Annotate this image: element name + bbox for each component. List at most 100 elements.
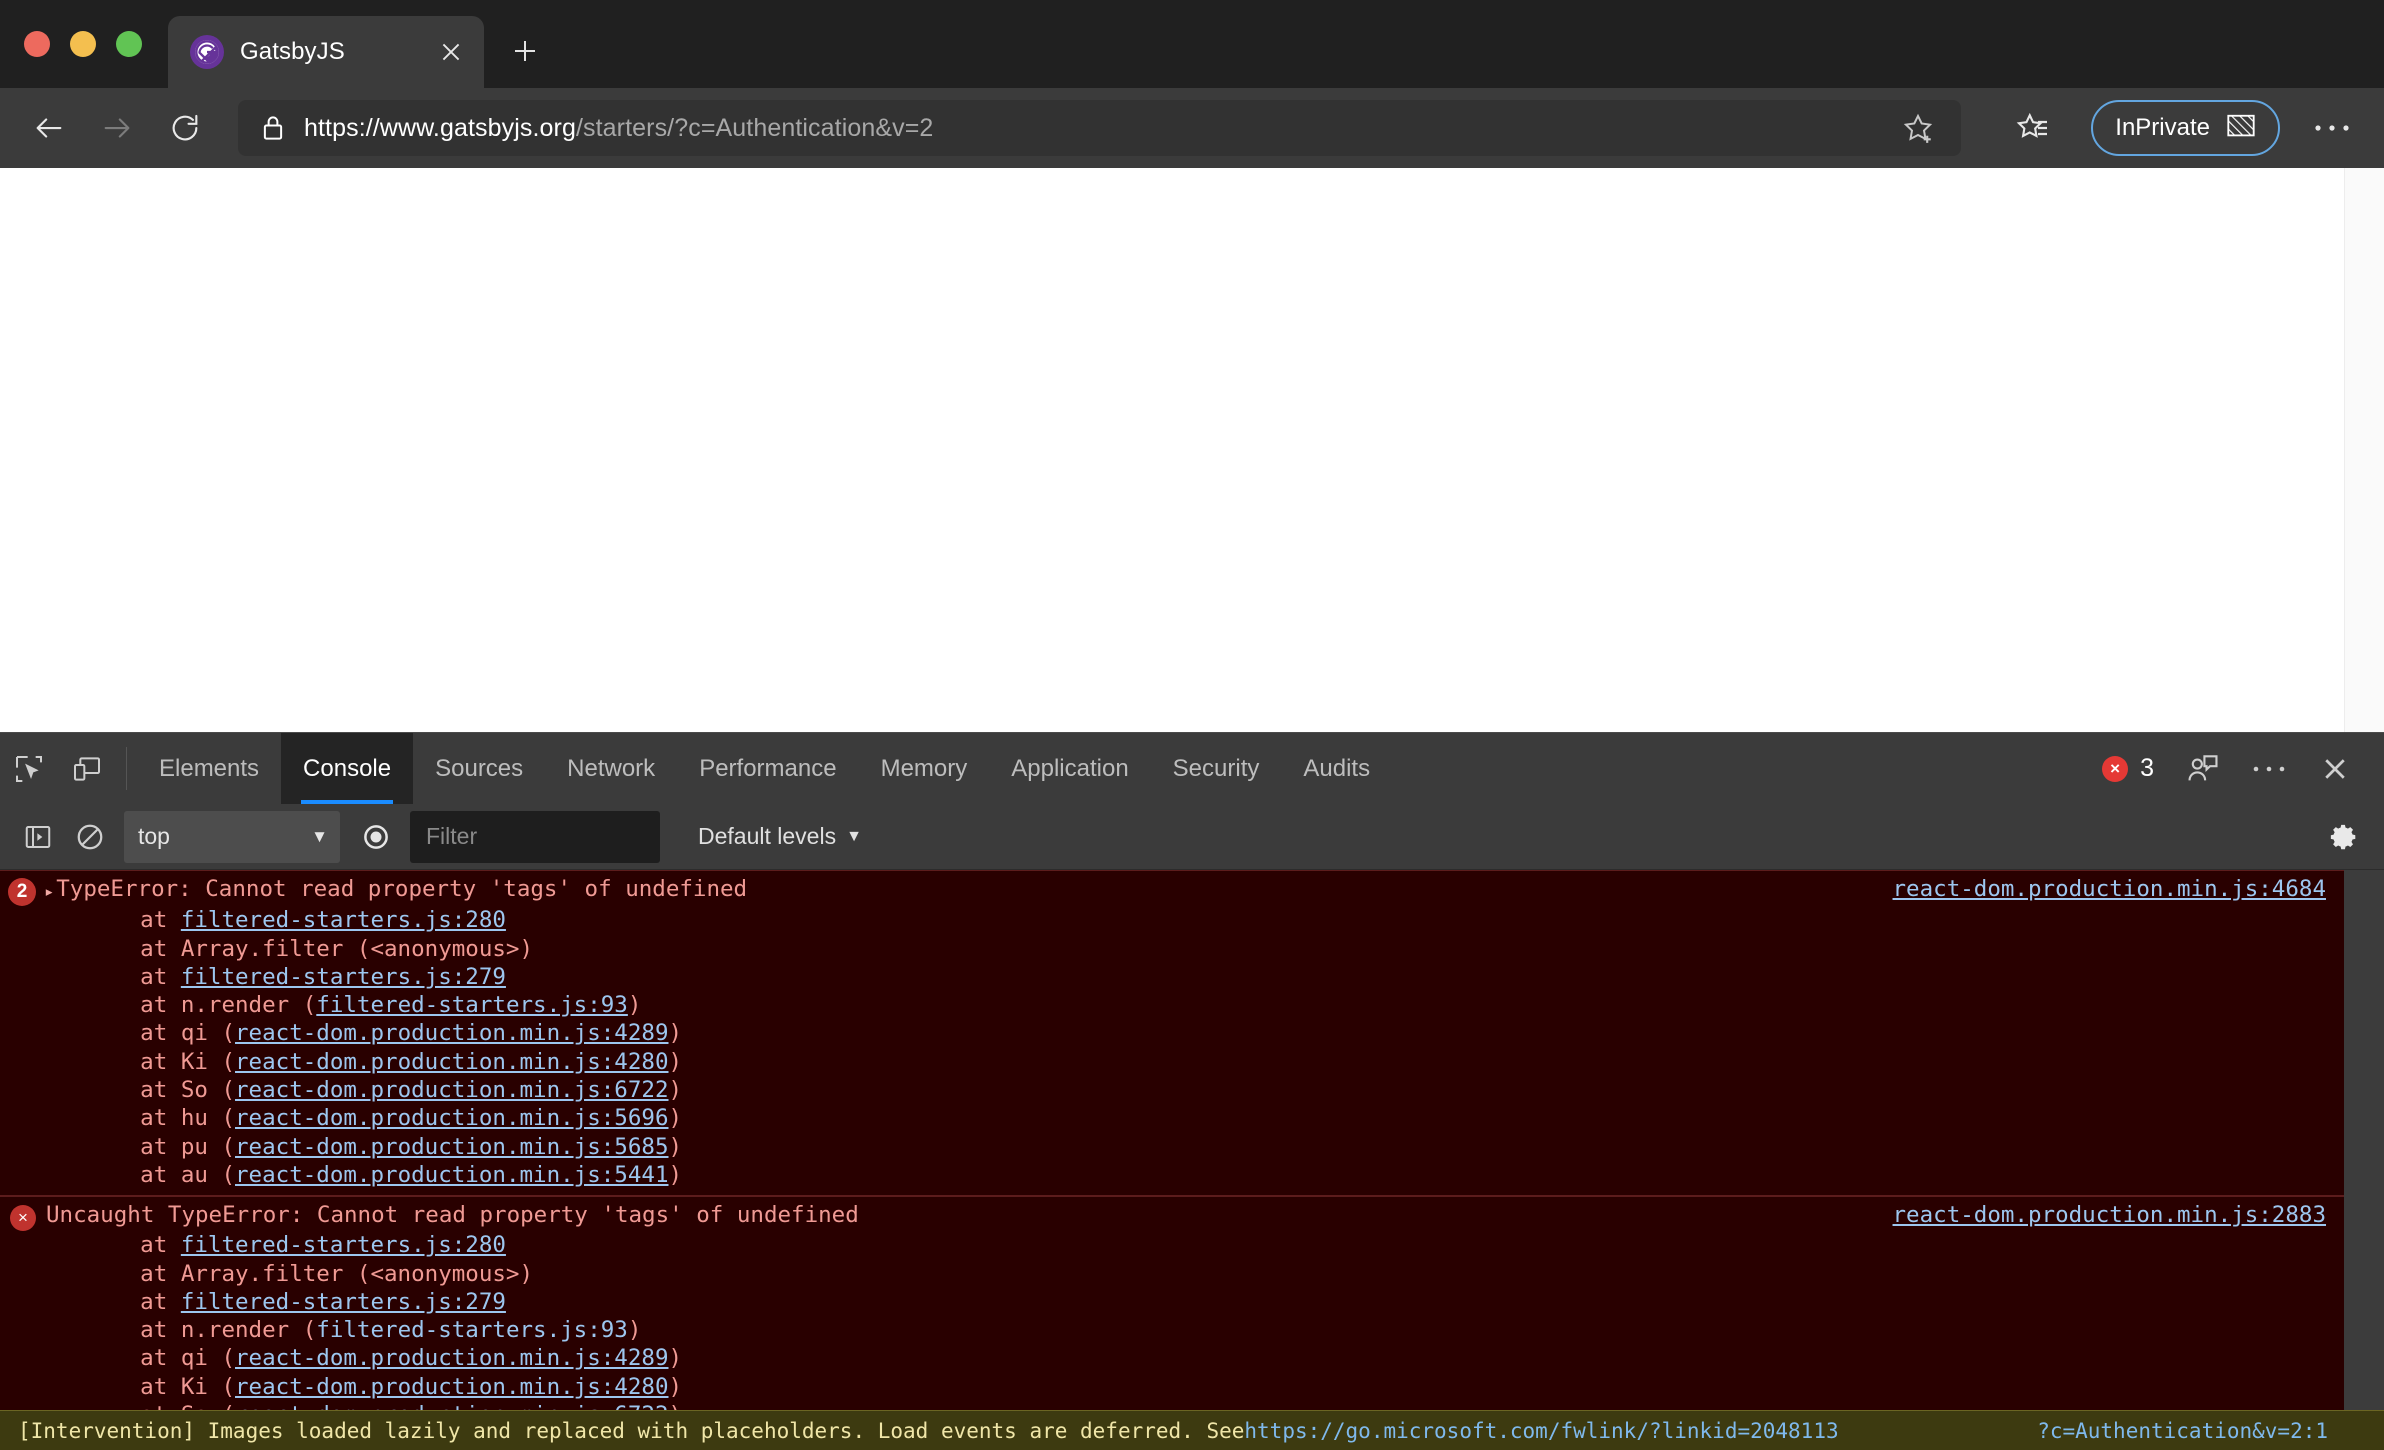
close-icon[interactable]	[432, 33, 470, 71]
error-count-label: 3	[2140, 754, 2154, 782]
browser-tab-gatsbyjs[interactable]: GatsbyJS	[168, 16, 484, 88]
error-count-badge[interactable]: × 3	[2088, 754, 2168, 783]
feedback-icon[interactable]	[2172, 738, 2234, 800]
page-content-blank	[0, 168, 2344, 732]
devtools-more-options-button[interactable]	[2238, 738, 2300, 800]
console-intervention-message[interactable]: [Intervention] Images loaded lazily and …	[0, 1410, 2384, 1450]
console-message-header: 2 ▸ TypeError: Cannot read property 'tag…	[0, 875, 2344, 906]
stack-prefix: at Array.filter (<anonymous>)	[86, 935, 534, 962]
new-tab-button[interactable]	[494, 20, 556, 82]
tab-label: Memory	[880, 754, 968, 782]
stack-prefix: at au (	[86, 1161, 236, 1188]
inprivate-indicator[interactable]: InPrivate	[2091, 100, 2280, 156]
add-favorite-icon[interactable]	[1889, 99, 1947, 157]
intervention-text: [Intervention] Images loaded lazily and …	[18, 1419, 1245, 1443]
clear-console-icon[interactable]	[64, 811, 116, 863]
tab-memory[interactable]: Memory	[859, 733, 990, 804]
tab-audits[interactable]: Audits	[1281, 733, 1392, 804]
stack-trace: at filtered-starters.js:280 at Array.fil…	[0, 906, 2344, 1189]
stack-link[interactable]: react-dom.production.min.js:4289	[235, 1020, 668, 1046]
execution-context-value: top	[138, 823, 170, 849]
stack-suffix: )	[668, 1020, 683, 1047]
stack-link[interactable]: filtered-starters.js:93	[316, 992, 628, 1018]
page-scrollbar[interactable]	[2344, 168, 2384, 732]
stack-suffix: )	[668, 1133, 683, 1160]
tab-security[interactable]: Security	[1151, 733, 1282, 804]
log-levels-label: Default levels	[698, 823, 837, 849]
url-text: https://www.gatsbyjs.org/starters/?c=Aut…	[304, 114, 1871, 143]
tab-label: Performance	[699, 754, 837, 782]
stack-prefix: at qi (	[86, 1345, 236, 1372]
close-window-button[interactable]	[24, 31, 50, 57]
error-source-link[interactable]: react-dom.production.min.js:4684	[1873, 875, 2326, 903]
console-filter-bar: top ▼ Filter Default levels ▼	[0, 804, 2384, 870]
favorites-list-icon[interactable]	[2003, 99, 2061, 157]
stack-prefix: at	[86, 1232, 181, 1259]
maximize-window-button[interactable]	[116, 31, 142, 57]
tab-network[interactable]: Network	[545, 733, 677, 804]
minimize-window-button[interactable]	[70, 31, 96, 57]
tab-performance[interactable]: Performance	[677, 733, 858, 804]
tab-strip: GatsbyJS	[168, 0, 556, 88]
log-levels-select[interactable]: Default levels ▼	[698, 823, 862, 850]
console-sidebar-toggle-icon[interactable]	[12, 811, 64, 863]
stack-prefix: at pu (	[86, 1133, 236, 1160]
browser-settings-menu-button[interactable]	[2302, 98, 2362, 158]
lock-icon	[260, 113, 286, 143]
stack-suffix: )	[627, 1317, 642, 1344]
window-controls	[0, 0, 168, 88]
console-message-list[interactable]: 2 ▸ TypeError: Cannot read property 'tag…	[0, 870, 2384, 1450]
expand-triangle-icon[interactable]: ▸	[44, 878, 54, 906]
stack-suffix: )	[668, 1161, 683, 1188]
execution-context-select[interactable]: top ▼	[124, 810, 340, 863]
stack-suffix: )	[668, 1373, 683, 1400]
forward-button[interactable]	[86, 97, 148, 159]
tab-console[interactable]: Console	[281, 733, 414, 804]
device-toolbar-icon[interactable]	[58, 733, 116, 804]
title-bar: GatsbyJS	[0, 0, 2384, 88]
stack-suffix: )	[668, 1077, 683, 1104]
stack-link[interactable]: react-dom.production.min.js:6722	[235, 1077, 668, 1103]
stack-link[interactable]: react-dom.production.min.js:4280	[235, 1049, 668, 1075]
stack-link[interactable]: filtered-starters.js:279	[181, 964, 506, 990]
tab-title: GatsbyJS	[240, 38, 345, 65]
filter-input[interactable]: Filter	[410, 810, 660, 863]
devtools-tabs: Elements Console Sources Network Perform…	[137, 733, 1392, 804]
devtools-settings-gear-icon[interactable]	[2316, 809, 2372, 865]
stack-link[interactable]: react-dom.production.min.js:5685	[235, 1134, 668, 1160]
inprivate-icon	[2226, 111, 2256, 146]
tab-sources[interactable]: Sources	[413, 733, 545, 804]
address-bar[interactable]: https://www.gatsbyjs.org/starters/?c=Aut…	[238, 99, 1962, 157]
devtools-tabbar-actions: × 3	[2088, 733, 2384, 804]
error-icon: ×	[10, 1205, 36, 1232]
tab-label: Security	[1172, 754, 1260, 782]
live-expression-icon[interactable]	[350, 811, 402, 863]
stack-link[interactable]: filtered-starters.js:93	[316, 1317, 628, 1343]
tab-label: Application	[1011, 754, 1129, 782]
error-text: TypeError: Cannot read property 'tags' o…	[56, 876, 748, 902]
stack-link[interactable]: filtered-starters.js:280	[181, 907, 506, 933]
intervention-source-link[interactable]: ?c=Authentication&v=2:1	[2037, 1416, 2384, 1446]
browser-toolbar: https://www.gatsbyjs.org/starters/?c=Aut…	[0, 88, 2384, 168]
back-button[interactable]	[18, 97, 80, 159]
tab-label: Audits	[1303, 754, 1371, 782]
stack-link[interactable]: react-dom.production.min.js:5441	[235, 1162, 668, 1188]
tab-application[interactable]: Application	[989, 733, 1150, 804]
error-source-link[interactable]: react-dom.production.min.js:2883	[1873, 1201, 2326, 1229]
intervention-link[interactable]: https://go.microsoft.com/fwlink/?linkid=…	[1244, 1416, 1838, 1446]
devtools-tab-bar: Elements Console Sources Network Perform…	[0, 732, 2384, 804]
close-devtools-button[interactable]	[2304, 738, 2366, 800]
tab-elements[interactable]: Elements	[137, 733, 281, 804]
stack-link[interactable]: filtered-starters.js:280	[181, 1232, 506, 1258]
console-error-message-group[interactable]: 2 ▸ TypeError: Cannot read property 'tag…	[0, 870, 2344, 1197]
console-scrollbar[interactable]	[2344, 870, 2384, 1450]
stack-link[interactable]: react-dom.production.min.js:4289	[235, 1345, 668, 1371]
chevron-down-icon: ▼	[311, 826, 328, 846]
stack-link[interactable]: filtered-starters.js:279	[181, 1289, 506, 1315]
reload-button[interactable]	[154, 97, 216, 159]
stack-link[interactable]: react-dom.production.min.js:5696	[235, 1105, 668, 1131]
stack-link[interactable]: react-dom.production.min.js:4280	[235, 1374, 668, 1400]
inspect-element-icon[interactable]	[0, 733, 58, 804]
tab-label: Sources	[435, 754, 524, 782]
url-path: /starters/?c=Authentication&v=2	[575, 113, 934, 142]
